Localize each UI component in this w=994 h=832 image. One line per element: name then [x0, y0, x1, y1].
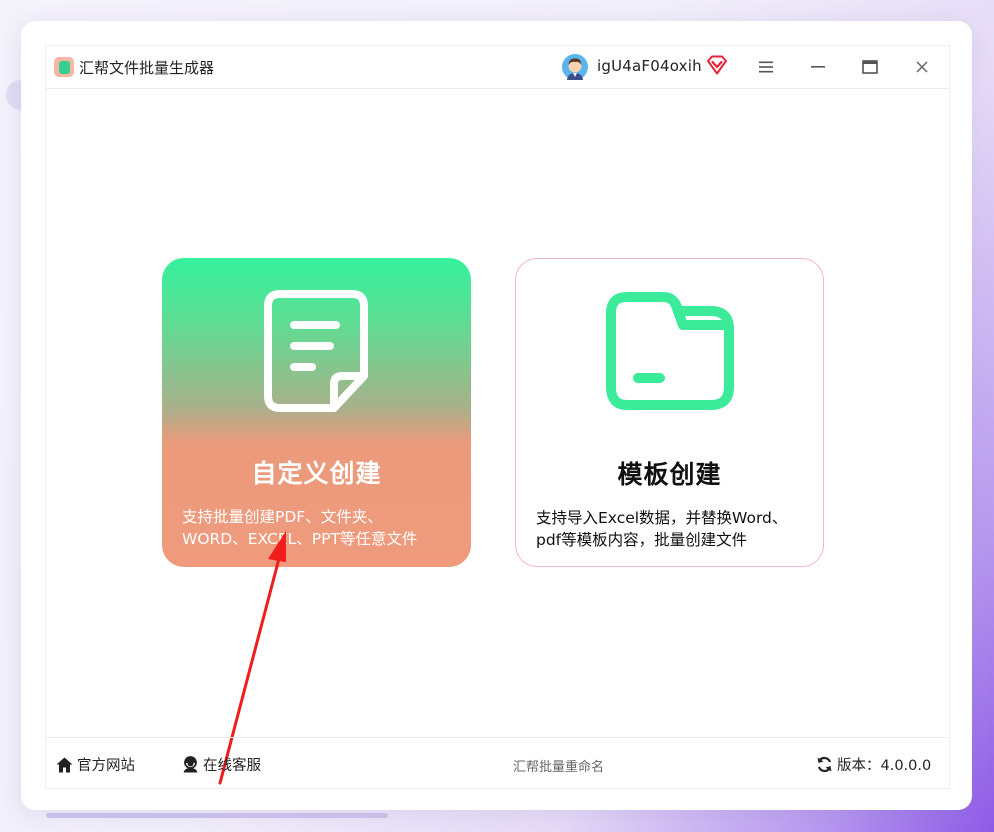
custom-create-card[interactable]: 自定义创建 支持批量创建PDF、文件夹、 WORD、EXCEL、PPT等任意文件 — [162, 258, 471, 567]
app-logo-icon — [54, 57, 74, 77]
official-site-label: 官方网站 — [77, 758, 135, 774]
template-desc-line-2: pdf等模板内容，批量创建文件 — [536, 531, 748, 549]
user-avatar[interactable] — [562, 54, 588, 80]
home-icon — [56, 757, 73, 772]
close-icon — [916, 61, 928, 73]
card-icon-wrap — [516, 289, 823, 413]
template-create-card[interactable]: 模板创建 支持导入Excel数据，并替换Word、 pdf等模板内容，批量创建文… — [515, 258, 824, 567]
official-site-link[interactable]: 官方网站 — [56, 754, 135, 775]
app-title: 汇帮文件批量生成器 — [79, 59, 215, 77]
online-service-link[interactable]: 在线客服 — [182, 754, 261, 775]
vip-diamond-icon[interactable] — [706, 55, 728, 75]
custom-create-title: 自定义创建 — [251, 459, 382, 488]
minimize-button[interactable] — [806, 55, 830, 79]
close-button[interactable] — [910, 55, 934, 79]
maximize-button[interactable] — [858, 55, 882, 79]
refresh-icon — [817, 756, 832, 773]
folder-icon — [605, 292, 734, 410]
maximize-icon — [862, 60, 878, 74]
template-create-description: 支持导入Excel数据，并替换Word、 pdf等模板内容，批量创建文件 — [536, 507, 809, 551]
custom-desc-line-2: WORD、EXCEL、PPT等任意文件 — [182, 530, 418, 548]
minimize-icon — [811, 66, 825, 68]
footer-bar: 官方网站 在线客服 汇帮批量重命名 版本：4.0.0.0 — [46, 737, 949, 788]
app-window: 汇帮文件批量生成器 igU4aF04oxih 自定义创建 支持批量创建PDF、文… — [21, 21, 972, 810]
version-label: 版本：4.0.0.0 — [837, 758, 932, 774]
document-icon — [263, 290, 368, 412]
template-create-title: 模板创建 — [617, 460, 722, 489]
custom-desc-line-1: 支持批量创建PDF、文件夹、 — [182, 508, 383, 526]
customer-service-icon — [183, 756, 198, 773]
version-info[interactable]: 版本：4.0.0.0 — [816, 754, 931, 775]
rename-tool-link[interactable]: 汇帮批量重命名 — [513, 756, 604, 775]
app-content: 汇帮文件批量生成器 igU4aF04oxih 自定义创建 支持批量创建PDF、文… — [45, 45, 950, 789]
online-service-label: 在线客服 — [203, 758, 261, 774]
card-icon-wrap — [162, 288, 471, 416]
username[interactable]: igU4aF04oxih — [597, 57, 702, 75]
title-bar: 汇帮文件批量生成器 igU4aF04oxih — [46, 46, 949, 89]
menu-button[interactable] — [754, 55, 778, 79]
template-desc-line-1: 支持导入Excel数据，并替换Word、 — [536, 509, 788, 527]
custom-create-description: 支持批量创建PDF、文件夹、 WORD、EXCEL、PPT等任意文件 — [182, 506, 457, 550]
menu-icon — [759, 61, 773, 73]
background-scrollbar — [46, 813, 388, 818]
